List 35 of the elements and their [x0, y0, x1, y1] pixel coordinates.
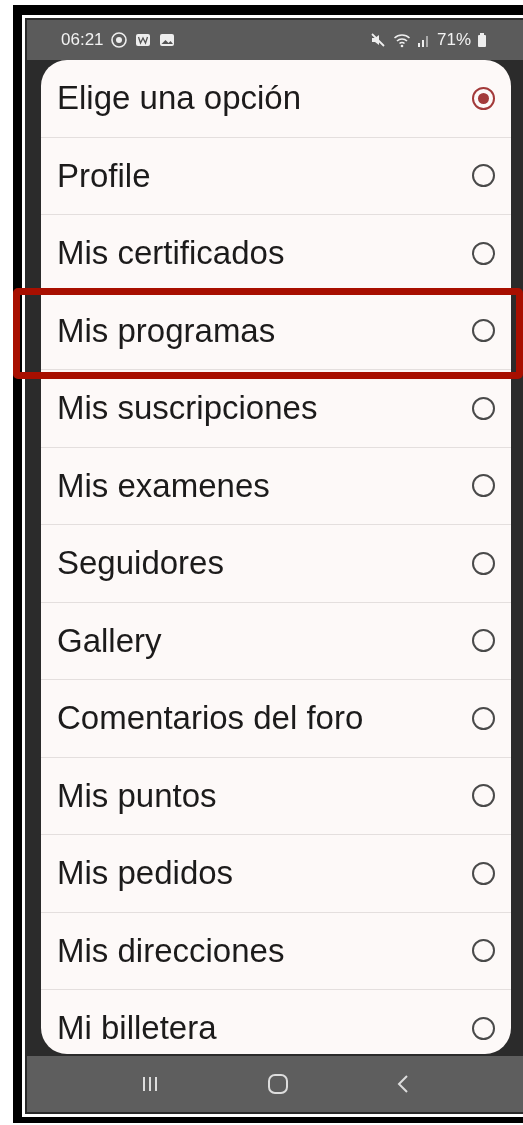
document-app-icon	[133, 31, 152, 49]
option-item[interactable]: Mis direcciones	[41, 912, 511, 990]
back-icon[interactable]	[395, 1074, 410, 1094]
radio-button[interactable]	[472, 939, 495, 963]
status-time: 06:21	[61, 30, 104, 50]
radio-button[interactable]	[472, 551, 495, 575]
battery-percent: 71%	[436, 30, 471, 50]
radio-button[interactable]	[472, 784, 495, 808]
chat-app-icon	[109, 31, 128, 49]
wifi-icon	[392, 31, 411, 49]
option-item[interactable]: Mis examenes	[41, 447, 511, 525]
mute-icon	[368, 31, 387, 49]
option-item[interactable]: Profile	[41, 137, 511, 215]
option-item[interactable]: Seguidores	[41, 525, 511, 603]
radio-button[interactable]	[472, 861, 495, 885]
radio-button[interactable]	[472, 629, 495, 653]
option-item[interactable]: Mis suscripciones	[41, 370, 511, 448]
option-item[interactable]: Mis puntos	[41, 757, 511, 835]
radio-button[interactable]	[472, 396, 495, 420]
option-item[interactable]: Comentarios del foro	[41, 680, 511, 758]
radio-button[interactable]	[472, 164, 495, 188]
radio-button[interactable]	[472, 319, 495, 343]
radio-button[interactable]	[472, 86, 495, 110]
radio-button[interactable]	[472, 241, 495, 265]
radio-button[interactable]	[472, 474, 495, 498]
radio-button[interactable]	[472, 1016, 495, 1040]
image-icon	[157, 31, 176, 49]
option-item[interactable]: Elige una opción	[41, 60, 511, 138]
option-item[interactable]: Mis pedidos	[41, 835, 511, 913]
option-item[interactable]: Mis certificados	[41, 215, 511, 293]
home-icon[interactable]	[267, 1073, 289, 1095]
battery-icon	[477, 31, 487, 49]
radio-button[interactable]	[472, 706, 495, 730]
option-item[interactable]: Gallery	[41, 602, 511, 680]
option-item[interactable]: Mis programas	[41, 292, 511, 370]
